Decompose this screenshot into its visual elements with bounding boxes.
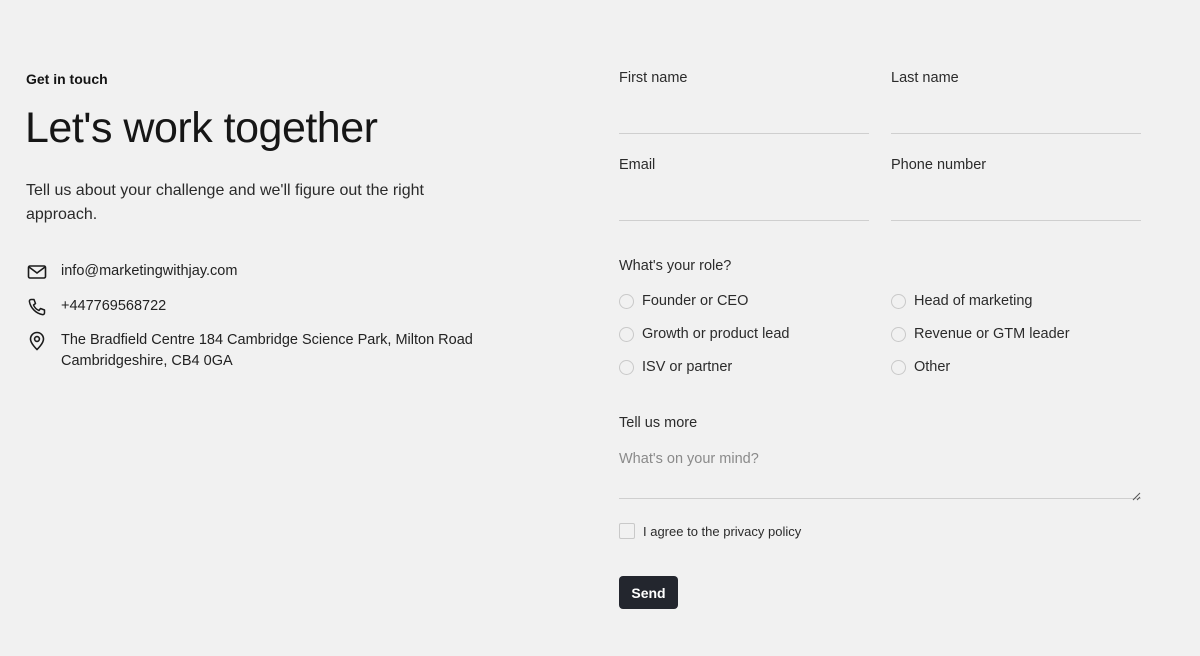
radio-button[interactable]	[891, 293, 906, 309]
last-name-label: Last name	[891, 70, 959, 86]
last-name-input[interactable]	[891, 107, 1141, 134]
role-option-label: Growth or product lead	[642, 326, 790, 342]
mail-icon	[26, 261, 48, 283]
phone-icon	[26, 296, 48, 318]
address-line-2: Cambridgeshire, CB4 0GA	[61, 353, 233, 369]
privacy-checkbox[interactable]	[619, 523, 635, 539]
role-question-label: What's your role?	[619, 258, 732, 274]
phone-number-input[interactable]	[891, 194, 1141, 221]
radio-button[interactable]	[619, 326, 634, 342]
contact-phone[interactable]: +447769568722	[26, 296, 166, 318]
first-name-label: First name	[619, 70, 688, 86]
role-option-revenue-gtm-leader[interactable]: Revenue or GTM leader	[891, 326, 1070, 342]
role-option-label: ISV or partner	[642, 359, 733, 375]
contact-address: The Bradfield Centre 184 Cambridge Scien…	[26, 330, 473, 372]
role-option-founder-ceo[interactable]: Founder or CEO	[619, 293, 748, 309]
contact-email-text[interactable]: info@marketingwithjay.com	[61, 261, 237, 282]
role-option-other[interactable]: Other	[891, 359, 950, 375]
role-option-growth-product-lead[interactable]: Growth or product lead	[619, 326, 790, 342]
intro-description: Tell us about your challenge and we'll f…	[26, 182, 424, 223]
contact-email[interactable]: info@marketingwithjay.com	[26, 261, 237, 283]
phone-number-label: Phone number	[891, 157, 987, 173]
role-option-label: Revenue or GTM leader	[914, 326, 1070, 342]
radio-button[interactable]	[891, 359, 906, 375]
email-input[interactable]	[619, 194, 869, 221]
page-title: Let's work together	[25, 104, 378, 152]
location-pin-icon	[26, 330, 48, 352]
radio-button[interactable]	[619, 293, 634, 309]
role-option-isv-partner[interactable]: ISV or partner	[619, 359, 732, 375]
resize-handle-icon[interactable]	[1131, 488, 1141, 501]
email-label: Email	[619, 157, 656, 173]
radio-button[interactable]	[891, 326, 906, 342]
role-option-label: Founder or CEO	[642, 293, 749, 309]
role-option-label: Other	[914, 359, 951, 375]
role-option-label: Head of marketing	[914, 293, 1033, 309]
privacy-checkbox-label: I agree to the privacy policy	[643, 523, 802, 539]
radio-button[interactable]	[619, 359, 634, 375]
message-textarea[interactable]	[619, 448, 1141, 499]
message-label: Tell us more	[619, 415, 698, 431]
send-button[interactable]: Send	[619, 576, 678, 609]
privacy-policy-consent[interactable]: I agree to the privacy policy	[619, 523, 801, 539]
role-option-head-of-marketing[interactable]: Head of marketing	[891, 293, 1032, 309]
contact-phone-text[interactable]: +447769568722	[61, 296, 166, 317]
eyebrow-label: Get in touch	[26, 71, 108, 87]
address-line-1: The Bradfield Centre 184 Cambridge Scien…	[61, 332, 473, 348]
first-name-input[interactable]	[619, 107, 869, 134]
contact-address-text: The Bradfield Centre 184 Cambridge Scien…	[61, 330, 473, 372]
